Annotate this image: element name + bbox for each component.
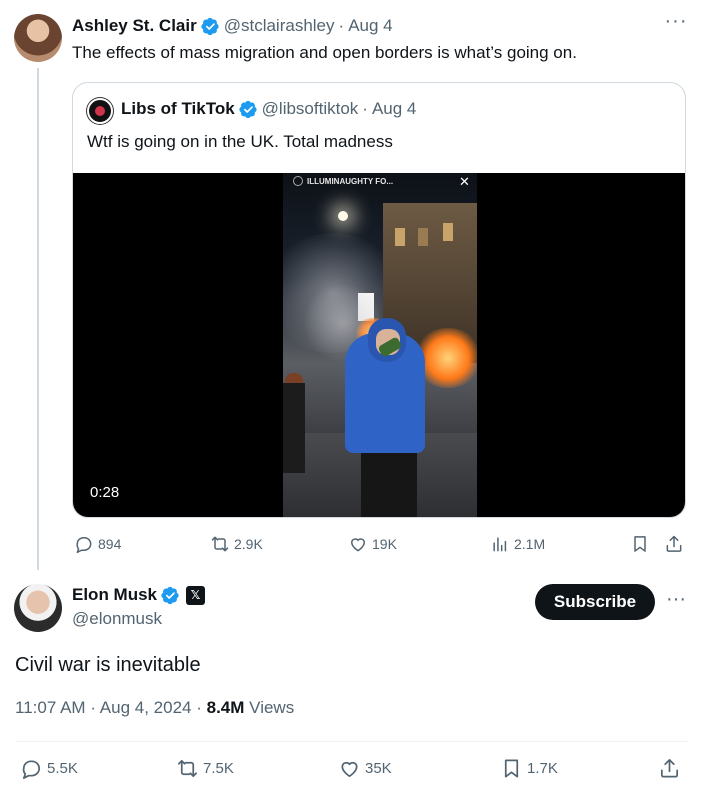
verified-badge-icon bbox=[239, 100, 258, 119]
video-frame: ILLUMINAUGHTY FO... ✕ bbox=[283, 173, 477, 517]
repost-count: 2.9K bbox=[234, 536, 263, 552]
views-count: 8.4M bbox=[206, 698, 245, 717]
video-player[interactable]: ILLUMINAUGHTY FO... ✕ 0:28 bbox=[73, 173, 685, 517]
bookmark-count: 1.7K bbox=[527, 760, 558, 777]
repost-count: 7.5K bbox=[203, 760, 234, 777]
quoted-tweet-date: Aug 4 bbox=[371, 99, 417, 118]
quoted-tweet-text: Wtf is going on in the UK. Total madness bbox=[87, 132, 393, 151]
separator-dot: · bbox=[338, 16, 345, 35]
tweet-date[interactable]: Aug 4 bbox=[348, 16, 392, 36]
tweet-date[interactable]: Aug 4, 2024 bbox=[100, 698, 192, 717]
reply-button[interactable]: 5.5K bbox=[20, 757, 78, 780]
avatar[interactable] bbox=[14, 14, 62, 62]
bookmark-button[interactable] bbox=[630, 534, 654, 554]
person bbox=[283, 383, 305, 473]
parent-tweet-header: Ashley St. Clair @stclairashley · Aug 4 bbox=[72, 16, 393, 36]
separator-dot: · bbox=[196, 698, 202, 717]
author-handle[interactable]: @stclairashley bbox=[224, 16, 335, 36]
share-button[interactable] bbox=[658, 757, 685, 780]
bookmark-icon bbox=[504, 759, 519, 778]
heart-icon bbox=[351, 538, 365, 552]
more-horizontal-icon[interactable]: ··· bbox=[664, 589, 688, 616]
views-label: Views bbox=[249, 698, 295, 717]
tweet-text: The effects of mass migration and open b… bbox=[72, 43, 577, 62]
repost-button[interactable]: 2.9K bbox=[210, 534, 263, 554]
quoted-author-avatar bbox=[87, 98, 113, 124]
reply-icon bbox=[76, 537, 92, 554]
window bbox=[418, 228, 428, 246]
person bbox=[361, 453, 417, 517]
street-light bbox=[338, 211, 348, 221]
reply-icon bbox=[22, 760, 41, 779]
like-count: 19K bbox=[372, 536, 397, 552]
verified-badge-icon bbox=[201, 17, 220, 36]
divider bbox=[15, 741, 688, 742]
thread-connector-line bbox=[37, 68, 39, 570]
window bbox=[443, 223, 453, 241]
x-affiliate-badge-icon[interactable]: 𝕏 bbox=[186, 585, 206, 605]
reply-button[interactable]: 894 bbox=[74, 534, 121, 554]
tweet-time[interactable]: 11:07 AM bbox=[15, 698, 86, 717]
bookmark-icon bbox=[634, 536, 646, 552]
separator-dot: · bbox=[90, 698, 96, 717]
bookmark-button[interactable]: 1.7K bbox=[500, 757, 558, 780]
tweet-text: Civil war is inevitable bbox=[15, 654, 201, 676]
window bbox=[395, 228, 405, 246]
avatar[interactable] bbox=[14, 584, 62, 632]
verified-badge-icon bbox=[161, 586, 180, 605]
analytics-icon bbox=[493, 537, 507, 552]
video-overlay-text: ILLUMINAUGHTY FO... bbox=[307, 177, 394, 186]
like-button[interactable]: 35K bbox=[338, 757, 392, 780]
author-handle[interactable]: @elonmusk bbox=[72, 609, 162, 629]
views-count: 2.1M bbox=[514, 536, 546, 552]
quoted-author-handle: @libsoftiktok bbox=[261, 99, 359, 118]
more-horizontal-icon[interactable]: ··· bbox=[664, 11, 688, 38]
subscribe-button[interactable]: Subscribe bbox=[535, 584, 655, 620]
main-tweet-header: Elon Musk 𝕏 bbox=[72, 585, 206, 605]
share-icon bbox=[660, 759, 679, 778]
views-button[interactable]: 2.1M bbox=[490, 534, 545, 554]
quoted-author-name: Libs of TikTok bbox=[121, 99, 235, 118]
share-icon bbox=[666, 535, 682, 552]
separator-dot: · bbox=[362, 99, 368, 118]
author-name[interactable]: Ashley St. Clair bbox=[72, 16, 197, 36]
channel-logo-icon bbox=[293, 176, 303, 186]
repost-button[interactable]: 7.5K bbox=[176, 757, 234, 780]
video-duration-badge: 0:28 bbox=[83, 481, 127, 504]
reply-count: 894 bbox=[98, 536, 122, 552]
heart-icon bbox=[341, 761, 358, 778]
like-button[interactable]: 19K bbox=[348, 534, 397, 554]
repost-icon bbox=[211, 536, 229, 552]
author-name[interactable]: Elon Musk bbox=[72, 585, 157, 605]
repost-icon bbox=[178, 759, 197, 778]
like-count: 35K bbox=[365, 760, 392, 777]
reply-count: 5.5K bbox=[47, 760, 78, 777]
quoted-tweet-header: Libs of TikTok @libsoftiktok · Aug 4 bbox=[121, 99, 416, 119]
share-button[interactable] bbox=[664, 534, 688, 554]
tweet-metadata: 11:07 AM · Aug 4, 2024 · 8.4M Views bbox=[15, 698, 294, 718]
close-icon: ✕ bbox=[459, 174, 470, 189]
quoted-tweet-card[interactable]: Libs of TikTok @libsoftiktok · Aug 4 Wtf… bbox=[72, 82, 686, 518]
